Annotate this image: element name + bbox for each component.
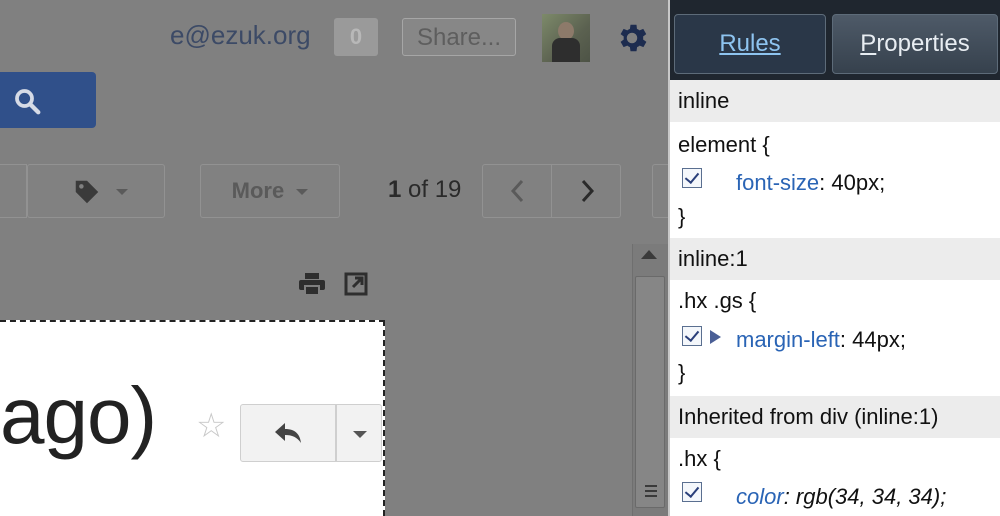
older-button[interactable] — [551, 164, 621, 218]
gear-icon[interactable] — [614, 20, 650, 56]
star-icon[interactable]: ☆ — [196, 406, 226, 446]
print-icon[interactable] — [298, 272, 326, 296]
popout-icon[interactable] — [344, 272, 368, 296]
message-scrollbar[interactable] — [632, 244, 668, 516]
pager-count: 1 of 19 — [388, 176, 462, 203]
rule-declaration[interactable]: font-size: 40px; — [736, 170, 885, 196]
rule-declaration[interactable]: color: rgb(34, 34, 34); — [736, 484, 946, 510]
rule-selector: element { — [678, 132, 770, 157]
tab-properties[interactable]: Properties — [832, 14, 998, 74]
more-button[interactable]: More — [200, 164, 340, 218]
rule-close-brace: } — [678, 360, 686, 385]
more-actions-dropdown[interactable] — [336, 404, 382, 462]
account-email-link[interactable]: e@ezuk.org — [170, 20, 311, 51]
expand-triangle-icon[interactable] — [710, 330, 721, 344]
newer-button[interactable] — [482, 164, 552, 218]
chevron-down-icon — [353, 431, 367, 438]
scrollbar-thumb[interactable] — [635, 276, 665, 508]
scroll-up-arrow-icon[interactable] — [641, 250, 657, 259]
gmail-overlay-area: e@ezuk.org 0 Share... More 1 of 19 ago) … — [0, 0, 668, 516]
labels-button[interactable] — [27, 164, 165, 218]
inspected-element-highlight: ago) ☆ — [0, 320, 385, 516]
share-button[interactable]: Share... — [402, 18, 516, 56]
notification-count-button[interactable]: 0 — [334, 18, 378, 56]
style-inspector-pane: Rules Properties inline element { font-s… — [668, 0, 1000, 516]
rule-source-header: inline — [670, 80, 1000, 122]
property-enable-checkbox[interactable] — [682, 482, 702, 502]
rule-selector: .hx .gs { — [678, 288, 757, 313]
grip-icon — [645, 485, 657, 497]
rule-declaration[interactable]: margin-left: 44px; — [736, 327, 906, 353]
toolbar-button-partial-right[interactable] — [652, 164, 668, 218]
rule-close-brace: } — [678, 204, 686, 229]
inspector-tab-bar: Rules Properties — [670, 0, 1000, 80]
search-button[interactable] — [0, 72, 96, 128]
rule-source-header: inline:1 — [670, 238, 1000, 280]
chevron-left-icon — [510, 179, 524, 203]
chevron-down-icon — [116, 189, 128, 195]
tab-rules[interactable]: Rules — [674, 14, 826, 74]
toolbar-button-partial[interactable] — [0, 164, 27, 218]
tag-icon — [75, 180, 99, 204]
property-enable-checkbox[interactable] — [682, 168, 702, 188]
property-enable-checkbox[interactable] — [682, 326, 702, 346]
inherited-rule-header: Inherited from div (inline:1) — [670, 396, 1000, 438]
rule-selector: .hx { — [678, 446, 721, 471]
reply-button[interactable] — [240, 404, 336, 462]
message-subject: ago) — [0, 371, 157, 460]
gmail-top-bar: e@ezuk.org 0 Share... — [0, 0, 668, 72]
reply-icon — [275, 423, 301, 443]
chevron-right-icon — [581, 179, 595, 203]
search-icon — [15, 89, 41, 115]
more-label: More — [231, 178, 285, 203]
profile-avatar[interactable] — [542, 14, 590, 62]
chevron-down-icon — [296, 189, 309, 196]
